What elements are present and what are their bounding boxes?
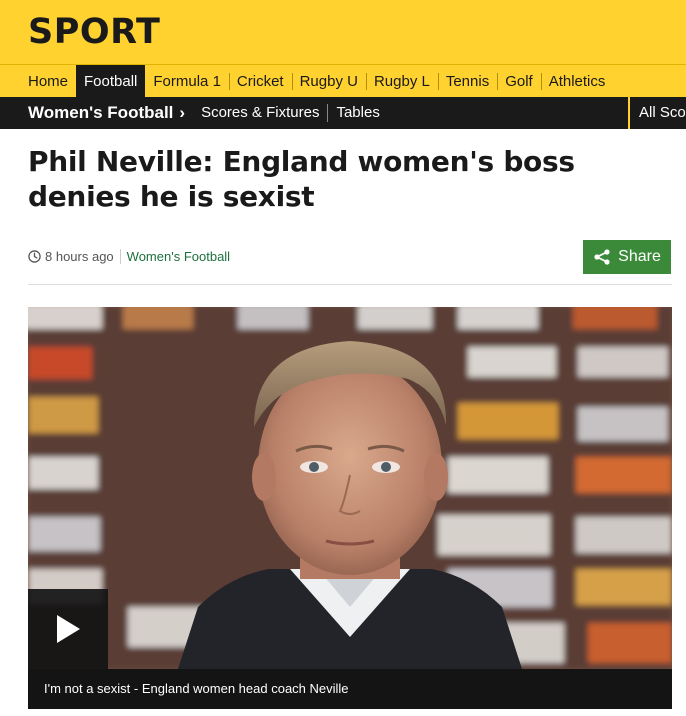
- nav-item-home[interactable]: Home: [20, 65, 76, 98]
- nav-item-football[interactable]: Football: [76, 64, 146, 98]
- masthead: SPORT: [0, 0, 686, 64]
- play-button[interactable]: [28, 589, 108, 669]
- video-still-image: [28, 307, 672, 669]
- nav-item-athletics[interactable]: Athletics: [540, 65, 614, 98]
- share-label: Share: [618, 248, 661, 265]
- secondary-nav: Women's Football › Scores & Fixtures Tab…: [0, 97, 686, 129]
- page-title: Phil Neville: England women's boss denie…: [28, 145, 575, 213]
- chevron-right-icon: ›: [179, 103, 186, 122]
- nav-item-rugby-league[interactable]: Rugby L: [365, 65, 438, 98]
- nav-item-formula-1[interactable]: Formula 1: [145, 65, 229, 98]
- share-button[interactable]: Share: [583, 240, 671, 274]
- meta-divider-line: [28, 284, 672, 285]
- share-icon: [593, 248, 611, 266]
- primary-nav: Home Football Formula 1 Cricket Rugby U …: [0, 64, 686, 98]
- nav-item-cricket[interactable]: Cricket: [228, 65, 292, 98]
- nav-item-rugby-union[interactable]: Rugby U: [291, 65, 366, 98]
- sport-logo[interactable]: SPORT: [28, 12, 160, 52]
- video-player[interactable]: I'm not a sexist - England women head co…: [28, 307, 672, 709]
- article-timestamp: 8 hours ago: [45, 248, 114, 264]
- article-meta: 8 hours ago Women's Football: [28, 246, 230, 266]
- nav-item-golf[interactable]: Golf: [497, 65, 541, 98]
- nav-item-tennis[interactable]: Tennis: [437, 65, 497, 98]
- secondary-nav-scores-fixtures[interactable]: Scores & Fixtures: [193, 97, 327, 129]
- all-sport-link[interactable]: All Sco: [628, 97, 686, 129]
- video-caption: I'm not a sexist - England women head co…: [28, 669, 672, 709]
- section-link[interactable]: Women's Football: [127, 249, 230, 264]
- secondary-nav-current[interactable]: Women's Football: [28, 97, 173, 129]
- clock-icon: [28, 249, 41, 263]
- secondary-nav-tables[interactable]: Tables: [328, 97, 387, 129]
- meta-divider: [119, 248, 121, 264]
- play-icon: [57, 615, 80, 643]
